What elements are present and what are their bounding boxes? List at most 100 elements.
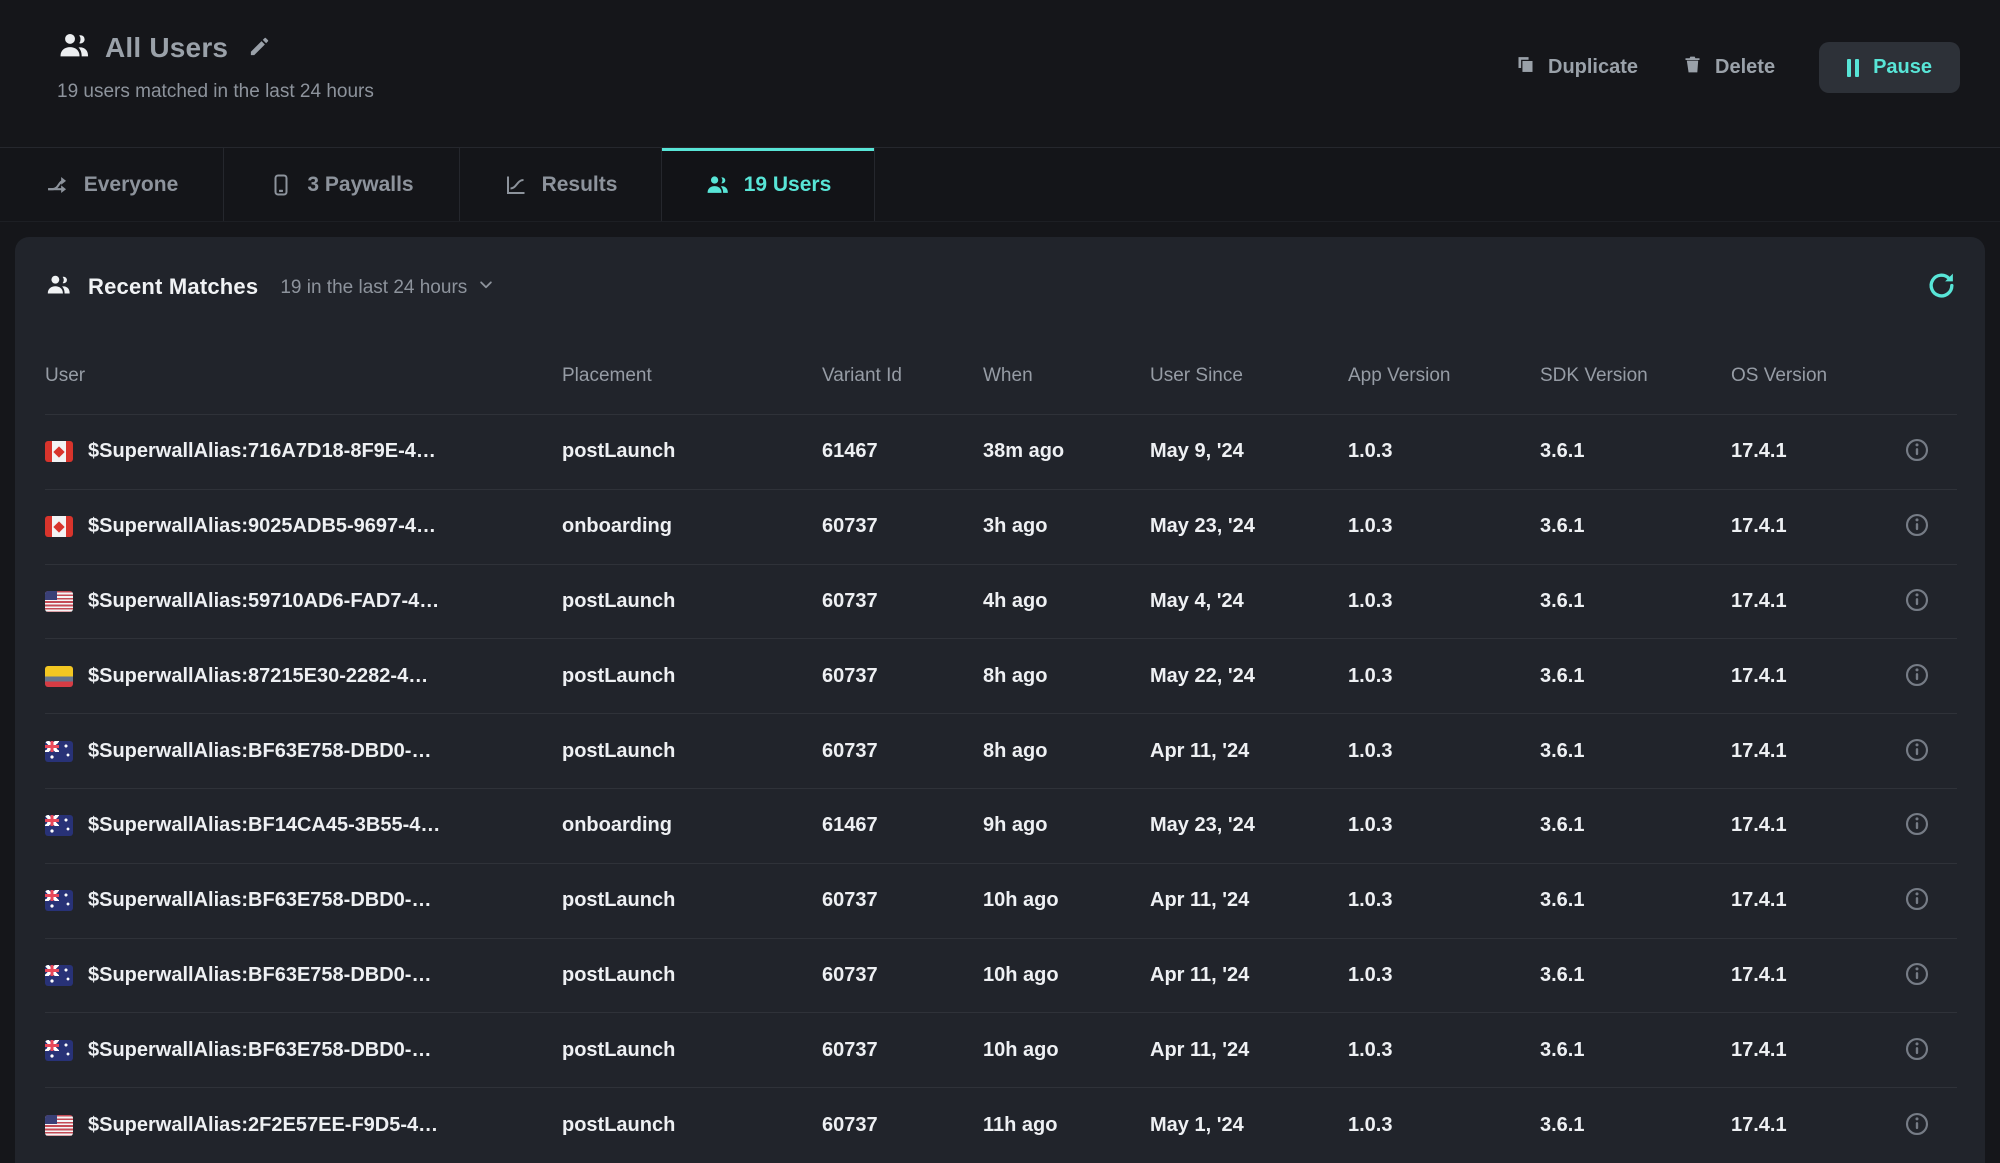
placement-cell: postLaunch: [562, 1114, 822, 1137]
row-info-button[interactable]: [1904, 886, 1930, 915]
sdk-version-cell: 3.6.1: [1540, 440, 1731, 463]
user-cell: $SuperwallAlias:9025ADB5-9697-4…: [45, 515, 562, 538]
pencil-icon: [248, 35, 271, 61]
column-header-user-since: User Since: [1150, 365, 1348, 387]
split-arrow-icon: [45, 172, 70, 197]
column-header-app-version: App Version: [1348, 365, 1540, 387]
row-info-button[interactable]: [1904, 811, 1930, 840]
trash-icon: [1682, 54, 1703, 81]
app-version-cell: 1.0.3: [1348, 515, 1540, 538]
delete-label: Delete: [1715, 56, 1775, 79]
user-alias: $SuperwallAlias:9025ADB5-9697-4…: [88, 515, 436, 538]
app-version-cell: 1.0.3: [1348, 440, 1540, 463]
user-since-cell: Apr 11, '24: [1150, 889, 1348, 912]
user-cell: $SuperwallAlias:BF63E758-DBD0-…: [45, 964, 562, 987]
country-flag-icon: [45, 1115, 73, 1136]
row-info-button[interactable]: [1904, 961, 1930, 990]
user-cell: $SuperwallAlias:BF14CA45-3B55-4…: [45, 814, 562, 837]
tab-everyone[interactable]: Everyone: [0, 148, 224, 221]
users-icon: [57, 28, 91, 67]
user-cell: $SuperwallAlias:2F2E57EE-F9D5-4…: [45, 1114, 562, 1137]
os-version-cell: 17.4.1: [1731, 814, 1877, 837]
variant-id-cell: 60737: [822, 964, 983, 987]
placement-cell: postLaunch: [562, 740, 822, 763]
tab-paywalls[interactable]: 3 Paywalls: [224, 148, 460, 221]
row-info-button[interactable]: [1904, 1036, 1930, 1065]
table-row: $SuperwallAlias:BF63E758-DBD0-… postLaun…: [45, 1012, 1957, 1087]
when-cell: 10h ago: [983, 889, 1150, 912]
variant-id-cell: 60737: [822, 515, 983, 538]
when-cell: 4h ago: [983, 590, 1150, 613]
sdk-version-cell: 3.6.1: [1540, 665, 1731, 688]
sdk-version-cell: 3.6.1: [1540, 515, 1731, 538]
recent-matches-panel: Recent Matches 19 in the last 24 hours U…: [15, 237, 1985, 1163]
column-header-variant-id: Variant Id: [822, 365, 983, 387]
row-info-button[interactable]: [1904, 437, 1930, 466]
info-icon: [1904, 961, 1930, 990]
variant-id-cell: 60737: [822, 1039, 983, 1062]
row-info-button[interactable]: [1904, 662, 1930, 691]
country-flag-icon: [45, 815, 73, 836]
row-info-button[interactable]: [1904, 1111, 1930, 1140]
matched-users-subtitle: 19 users matched in the last 24 hours: [57, 81, 374, 103]
variant-id-cell: 61467: [822, 814, 983, 837]
tab-everyone-label: Everyone: [84, 173, 179, 197]
app-version-cell: 1.0.3: [1348, 814, 1540, 837]
row-info-button[interactable]: [1904, 587, 1930, 616]
user-since-cell: May 23, '24: [1150, 515, 1348, 538]
row-info-button[interactable]: [1904, 512, 1930, 541]
os-version-cell: 17.4.1: [1731, 515, 1877, 538]
when-cell: 8h ago: [983, 665, 1150, 688]
user-alias: $SuperwallAlias:2F2E57EE-F9D5-4…: [88, 1114, 438, 1137]
tab-users[interactable]: 19 Users: [662, 148, 875, 221]
table-row: $SuperwallAlias:716A7D18-8F9E-4… postLau…: [45, 414, 1957, 489]
time-range-dropdown[interactable]: 19 in the last 24 hours: [280, 276, 495, 300]
edit-title-button[interactable]: [248, 35, 271, 61]
user-since-cell: May 23, '24: [1150, 814, 1348, 837]
placement-cell: postLaunch: [562, 889, 822, 912]
panel-title: Recent Matches: [88, 274, 258, 300]
country-flag-icon: [45, 1040, 73, 1061]
campaign-dashboard: All Users 19 users matched in the last 2…: [0, 0, 2000, 1163]
user-since-cell: Apr 11, '24: [1150, 964, 1348, 987]
variant-id-cell: 60737: [822, 665, 983, 688]
country-flag-icon: [45, 890, 73, 911]
when-cell: 8h ago: [983, 740, 1150, 763]
country-flag-icon: [45, 441, 73, 462]
user-cell: $SuperwallAlias:59710AD6-FAD7-4…: [45, 590, 562, 613]
user-cell: $SuperwallAlias:BF63E758-DBD0-…: [45, 889, 562, 912]
users-icon: [705, 172, 730, 197]
table-row: $SuperwallAlias:BF63E758-DBD0-… postLaun…: [45, 863, 1957, 938]
os-version-cell: 17.4.1: [1731, 740, 1877, 763]
placement-cell: postLaunch: [562, 1039, 822, 1062]
pause-button[interactable]: Pause: [1819, 42, 1960, 93]
pause-icon: [1847, 59, 1859, 77]
table-row: $SuperwallAlias:BF63E758-DBD0-… postLaun…: [45, 938, 1957, 1013]
app-version-cell: 1.0.3: [1348, 1039, 1540, 1062]
table-row: $SuperwallAlias:59710AD6-FAD7-4… postLau…: [45, 564, 1957, 639]
user-cell: $SuperwallAlias:87215E30-2282-4…: [45, 665, 562, 688]
tab-results[interactable]: Results: [460, 148, 662, 221]
os-version-cell: 17.4.1: [1731, 665, 1877, 688]
table-row: $SuperwallAlias:BF63E758-DBD0-… postLaun…: [45, 713, 1957, 788]
delete-button[interactable]: Delete: [1682, 54, 1775, 81]
column-header-placement: Placement: [562, 365, 822, 387]
duplicate-icon: [1515, 54, 1536, 81]
info-icon: [1904, 886, 1930, 915]
placement-cell: postLaunch: [562, 440, 822, 463]
sdk-version-cell: 3.6.1: [1540, 889, 1731, 912]
app-version-cell: 1.0.3: [1348, 740, 1540, 763]
os-version-cell: 17.4.1: [1731, 590, 1877, 613]
users-icon: [45, 271, 72, 303]
refresh-button[interactable]: [1926, 270, 1957, 304]
os-version-cell: 17.4.1: [1731, 964, 1877, 987]
row-info-button[interactable]: [1904, 737, 1930, 766]
column-header-os-version: OS Version: [1731, 365, 1877, 387]
user-cell: $SuperwallAlias:BF63E758-DBD0-…: [45, 1039, 562, 1062]
page-header: All Users 19 users matched in the last 2…: [0, 0, 2000, 147]
duplicate-button[interactable]: Duplicate: [1515, 54, 1638, 81]
user-since-cell: May 9, '24: [1150, 440, 1348, 463]
os-version-cell: 17.4.1: [1731, 1114, 1877, 1137]
user-alias: $SuperwallAlias:BF63E758-DBD0-…: [88, 964, 431, 987]
variant-id-cell: 60737: [822, 889, 983, 912]
